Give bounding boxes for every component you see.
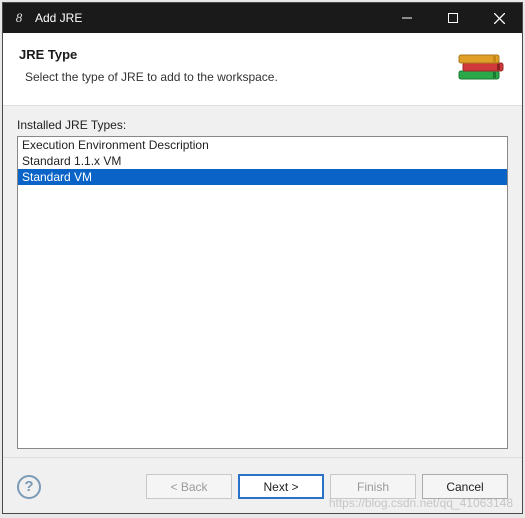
list-label: Installed JRE Types: bbox=[17, 118, 508, 132]
maximize-button[interactable] bbox=[430, 3, 476, 33]
help-button[interactable]: ? bbox=[17, 475, 41, 499]
window-controls bbox=[384, 3, 522, 33]
back-button[interactable]: < Back bbox=[146, 474, 232, 499]
minimize-button[interactable] bbox=[384, 3, 430, 33]
list-item[interactable]: Execution Environment Description bbox=[18, 137, 507, 153]
page-subtitle: Select the type of JRE to add to the wor… bbox=[25, 70, 452, 84]
close-button[interactable] bbox=[476, 3, 522, 33]
cancel-button[interactable]: Cancel bbox=[422, 474, 508, 499]
window-title: Add JRE bbox=[35, 11, 384, 25]
button-bar: ? < Back Next > Finish Cancel bbox=[3, 457, 522, 513]
page-title: JRE Type bbox=[19, 47, 452, 62]
content-area: Installed JRE Types: Execution Environme… bbox=[3, 106, 522, 457]
jre-types-listbox[interactable]: Execution Environment Description Standa… bbox=[17, 136, 508, 449]
header-text: JRE Type Select the type of JRE to add t… bbox=[19, 47, 452, 84]
list-item[interactable]: Standard VM bbox=[18, 169, 507, 185]
titlebar[interactable]: 8 Add JRE bbox=[3, 3, 522, 33]
wizard-header: JRE Type Select the type of JRE to add t… bbox=[3, 33, 522, 106]
books-icon bbox=[452, 47, 508, 91]
next-button[interactable]: Next > bbox=[238, 474, 324, 499]
dialog-window: 8 Add JRE JRE Type Select the type of JR… bbox=[2, 2, 523, 514]
list-item[interactable]: Standard 1.1.x VM bbox=[18, 153, 507, 169]
app-icon: 8 bbox=[11, 10, 27, 26]
finish-button[interactable]: Finish bbox=[330, 474, 416, 499]
help-icon: ? bbox=[24, 478, 33, 495]
